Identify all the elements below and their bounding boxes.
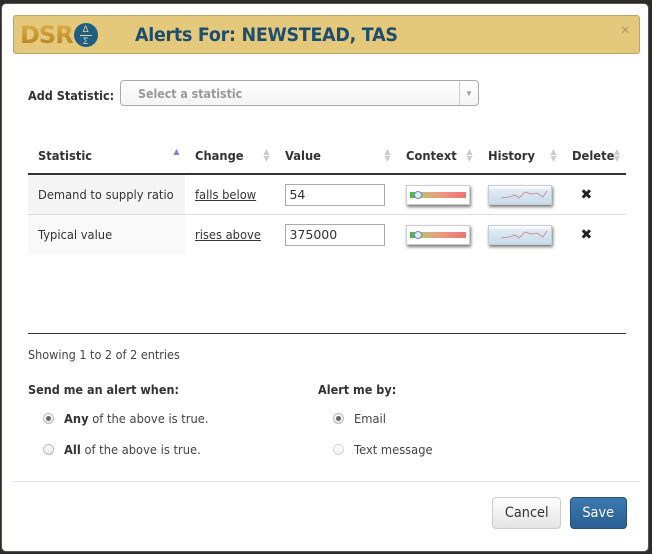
sort-both-icon: ▲ ▼ [263,147,270,163]
sort-both-icon: ▲ ▼ [384,147,391,163]
change-cell: rises above [185,215,275,255]
sort-both-icon: ▲ ▼ [613,147,620,163]
delete-cell: ✖ [562,215,626,255]
send-alert-label: Send me an alert when: [28,382,179,397]
save-button[interactable]: Save [570,497,627,529]
change-link[interactable]: rises above [195,227,261,242]
table-row: Typical value rises above ✖ [28,214,626,255]
context-thumbnail[interactable] [406,224,471,245]
history-thumbnail[interactable] [488,184,553,205]
dialog-header: DSR Δ Σ Alerts For: NEWSTEAD, TAS × [13,15,640,54]
column-header-history[interactable]: History ▲ ▼ [478,137,563,175]
footer-divider [13,481,640,482]
delta-symbol: Δ [82,23,89,34]
sigma-symbol: Σ [82,35,89,46]
statistic-select[interactable]: Select a statistic ▼ [120,80,479,106]
radio-button[interactable] [43,413,54,424]
alerts-table: Statistic ▲ Change ▲ ▼ Value ▲ ▼ Context ▲ ▼ Hi… [28,137,626,254]
value-input[interactable] [285,183,386,206]
context-cell [396,174,479,215]
radio-email[interactable]: Email [333,411,389,426]
history-thumbnail[interactable] [488,224,553,245]
table-header-row: Statistic ▲ Change ▲ ▼ Value ▲ ▼ Context ▲ ▼ Hi… [28,137,626,175]
change-cell: falls below [185,174,276,215]
delete-cell: ✖ [562,174,626,215]
value-cell [275,174,397,215]
context-cell [396,215,478,255]
radio-button[interactable] [43,444,54,455]
radio-text-message[interactable]: Text message [333,442,439,457]
add-statistic-label: Add Statistic: [28,88,115,103]
cancel-button[interactable]: Cancel [492,497,561,529]
change-link[interactable]: falls below [195,187,256,202]
sort-both-icon: ▲ ▼ [466,147,473,163]
close-icon[interactable]: × [621,22,630,40]
dialog-title: Alerts For: NEWSTEAD, TAS [135,24,398,46]
statistic-cell: Typical value [28,214,186,254]
table-info: Showing 1 to 2 of 2 entries [28,347,180,362]
chevron-down-icon[interactable]: ▼ [459,81,478,105]
sort-ascending-icon: ▲ [173,147,180,156]
statistic-cell: Demand to supply ratio [28,174,186,215]
delta-sigma-icon: Δ Σ [73,23,98,47]
delete-icon[interactable]: ✖ [580,187,592,203]
delete-icon[interactable]: ✖ [580,227,592,243]
column-header-context[interactable]: Context ▲ ▼ [396,137,479,175]
sort-both-icon: ▲ ▼ [550,147,557,163]
history-cell [478,215,562,255]
column-header-statistic[interactable]: Statistic ▲ [28,137,186,175]
logo-text: DSR [20,21,74,49]
table-bottom-divider [28,333,626,334]
radio-button[interactable] [333,444,344,455]
radio-any[interactable]: Any of the above is true. [43,411,221,426]
radio-all[interactable]: All of the above is true. [43,442,213,457]
dsr-logo: DSR Δ Σ [20,21,98,49]
value-input[interactable] [285,223,386,246]
history-cell [478,174,563,215]
context-thumbnail[interactable] [406,184,471,205]
alert-by-label: Alert me by: [318,382,397,397]
radio-button[interactable] [333,413,344,424]
column-header-delete[interactable]: Delete ▲ ▼ [562,137,626,175]
table-row: Demand to supply ratio falls below ✖ [28,174,626,215]
alerts-dialog: DSR Δ Σ Alerts For: NEWSTEAD, TAS × Add … [1,3,649,552]
statistic-select-placeholder: Select a statistic [138,87,243,101]
column-header-value[interactable]: Value ▲ ▼ [275,137,397,175]
value-cell [275,215,396,255]
column-header-change[interactable]: Change ▲ ▼ [185,137,276,175]
